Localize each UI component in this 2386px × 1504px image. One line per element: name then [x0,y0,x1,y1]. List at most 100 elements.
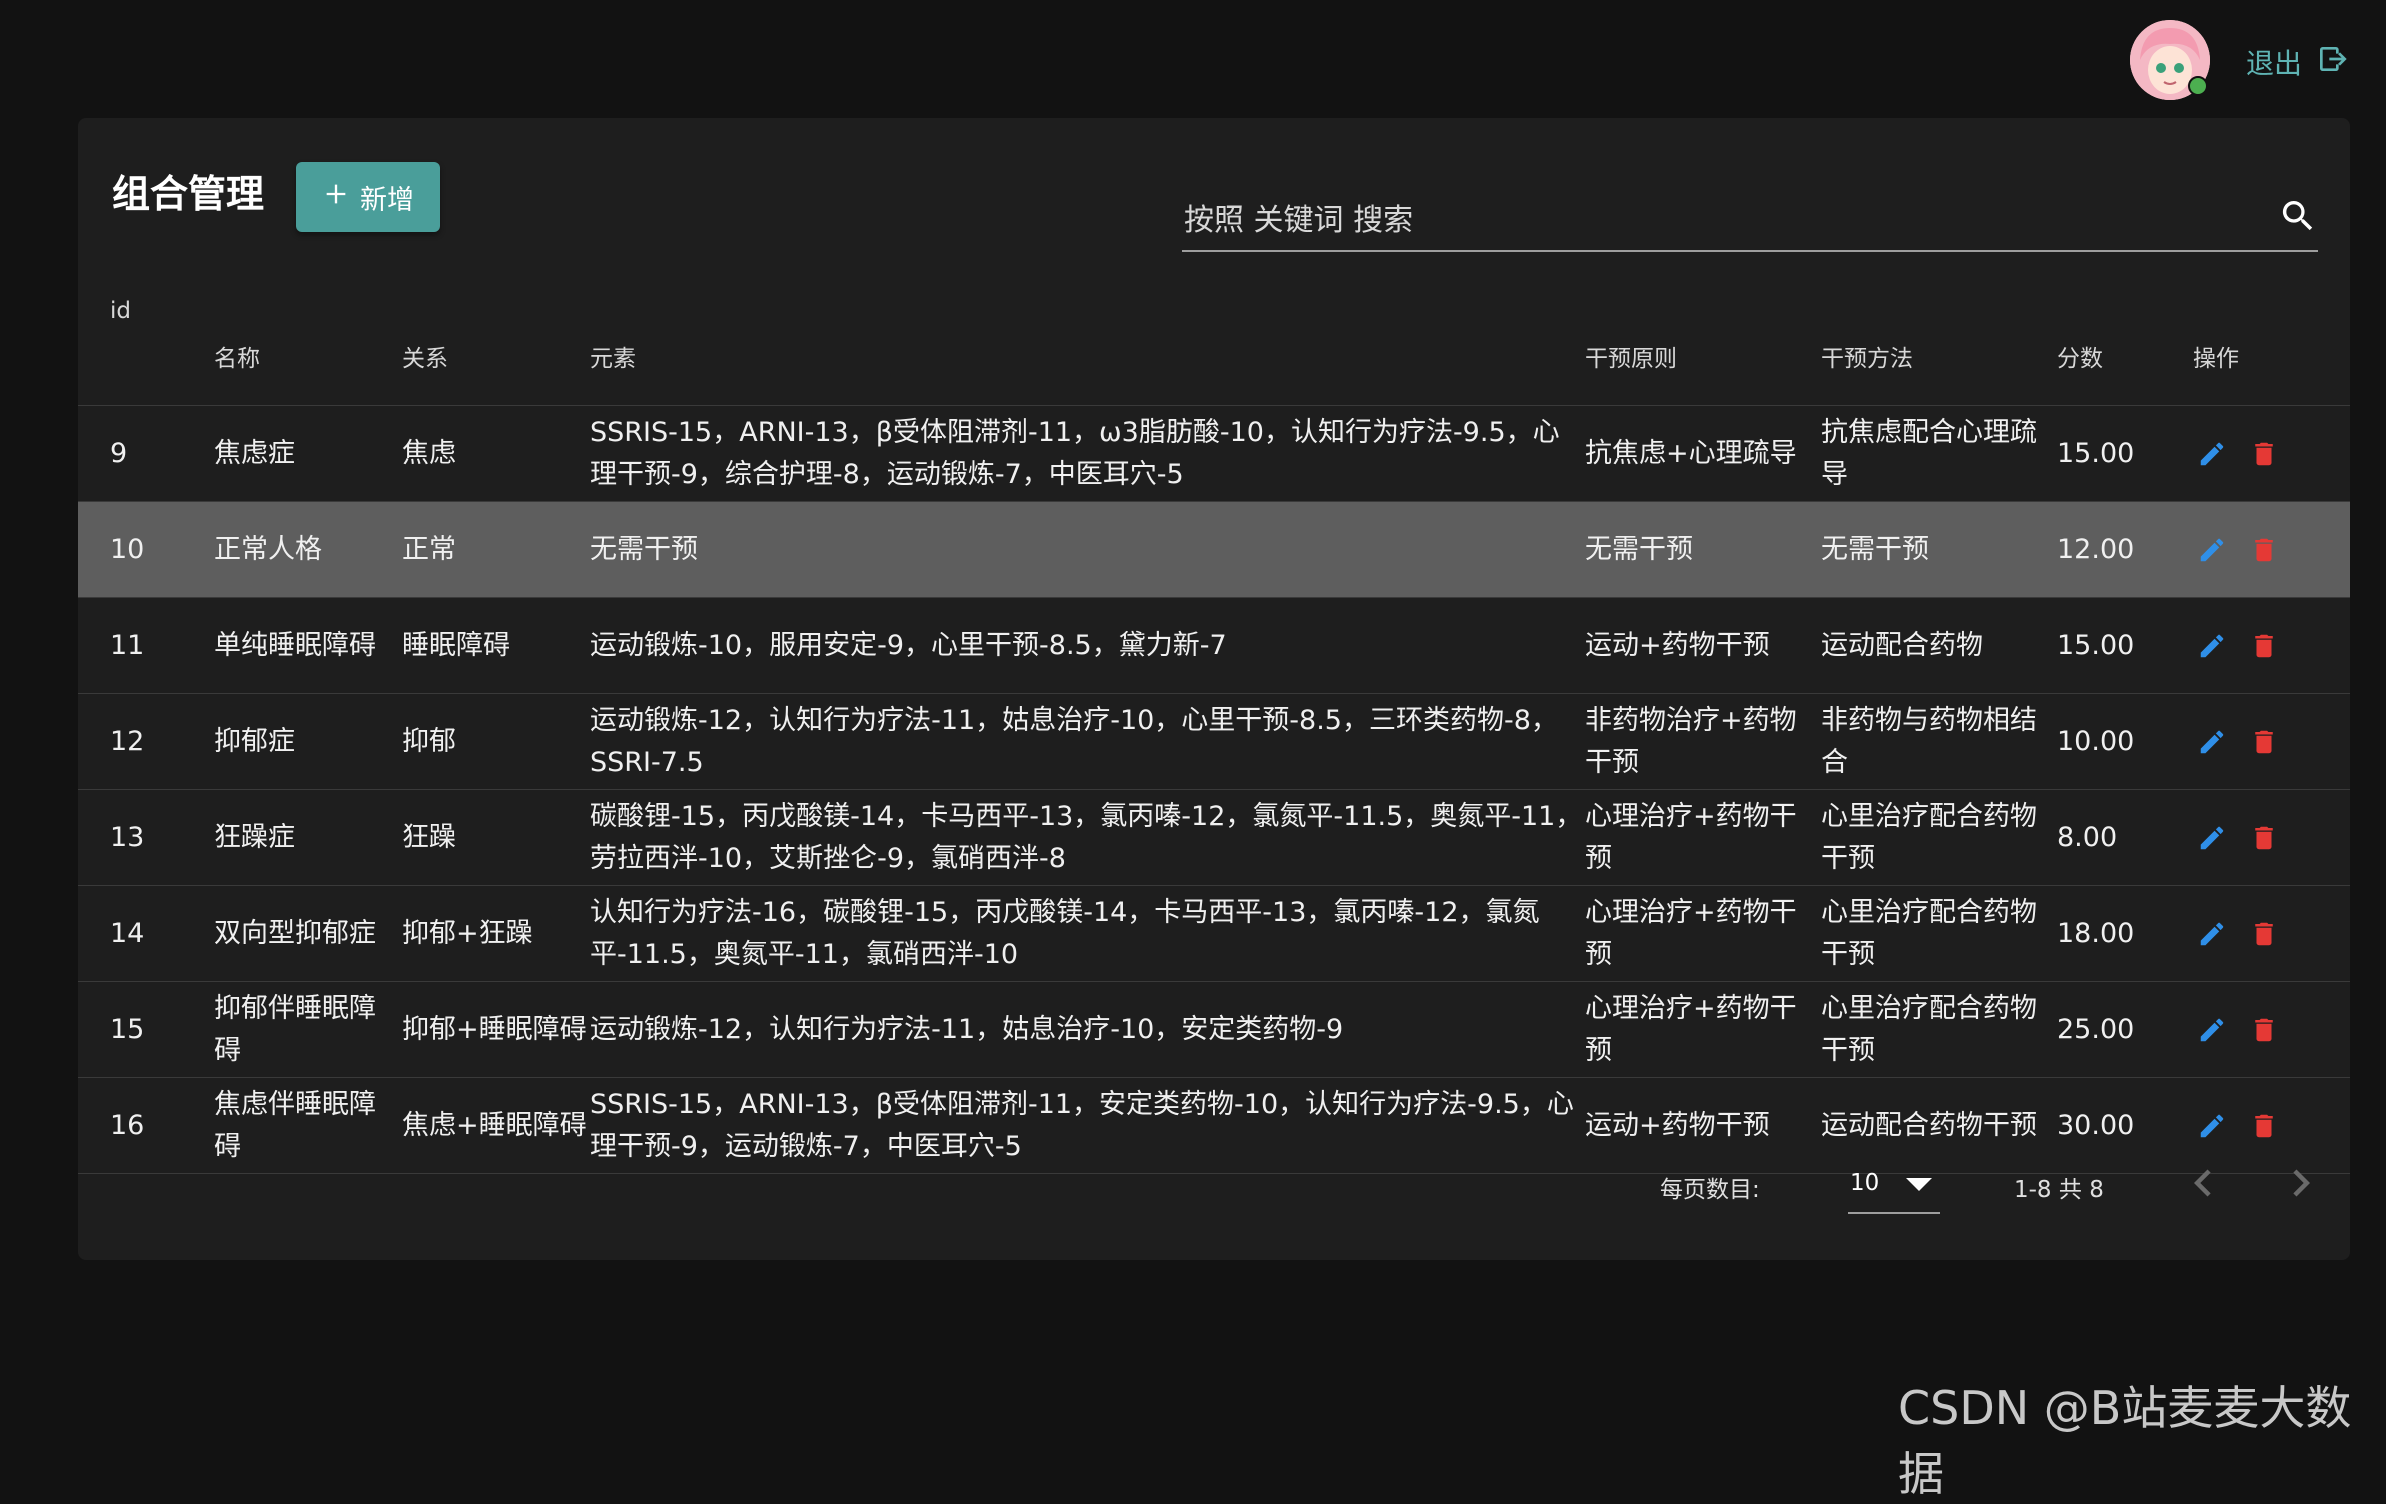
cell-id: 12 [78,693,213,790]
cell-elements: 运动锻炼-10，服用安定-9，心里干预-8.5，黛力新-7 [589,597,1584,694]
trash-icon[interactable] [2249,631,2279,661]
cell-name: 双向型抑郁症 [213,885,401,982]
column-header-id[interactable]: id [78,268,213,406]
column-header-relation[interactable]: 关系 [401,268,589,406]
pencil-icon[interactable] [2197,823,2227,853]
cell-actions [2192,885,2350,982]
cell-id: 9 [78,405,213,502]
add-button[interactable]: 新增 [296,162,440,232]
cell-id: 14 [78,885,213,982]
row-actions [2193,631,2349,661]
cell-relation: 抑郁+睡眠障碍 [401,981,589,1078]
caret-down-icon [1904,1176,1934,1198]
cell-method: 非药物与药物相结合 [1820,693,2056,790]
avatar[interactable] [2130,20,2210,100]
trash-icon[interactable] [2249,1015,2279,1045]
column-header-method[interactable]: 干预方法 [1820,268,2056,406]
cell-score: 12.00 [2056,501,2192,598]
trash-icon[interactable] [2249,823,2279,853]
cell-actions [2192,693,2350,790]
cell-actions [2192,405,2350,502]
cell-principle: 非药物治疗+药物干预 [1584,693,1820,790]
chevron-left-icon[interactable] [2176,1156,2230,1214]
table-row[interactable]: 9 焦虑症 焦虑 SSRIS-15，ARNI-13，β受体阻滞剂-11，ω3脂肪酸-1… [78,405,2350,502]
column-header-principle[interactable]: 干预原则 [1584,268,1820,406]
page-title: 组合管理 [112,172,265,216]
cell-score: 8.00 [2056,789,2192,886]
pencil-icon[interactable] [2197,919,2227,949]
row-actions [2193,439,2349,469]
row-actions [2193,1015,2349,1045]
rows-per-page-select[interactable]: 10 [1848,1156,1940,1214]
plus-icon [322,180,350,215]
cell-principle: 心理治疗+药物干预 [1584,885,1820,982]
trash-icon[interactable] [2249,919,2279,949]
cell-actions [2192,981,2350,1078]
combination-management-card: 组合管理 新增 id 名称 关系 元素 干预原则 干预方法 分数 操作 [78,118,2350,1260]
cell-actions [2192,789,2350,886]
cell-method: 无需干预 [1820,501,2056,598]
cell-score: 15.00 [2056,405,2192,502]
cell-name: 正常人格 [213,501,401,598]
table-header-row: id 名称 关系 元素 干预原则 干预方法 分数 操作 [78,268,2350,406]
cell-relation: 抑郁 [401,693,589,790]
pencil-icon[interactable] [2197,439,2227,469]
pencil-icon[interactable] [2197,727,2227,757]
chevron-right-icon[interactable] [2274,1156,2328,1214]
table-row[interactable]: 10 正常人格 正常 无需干预 无需干预 无需干预 12.00 [78,501,2350,598]
cell-score: 25.00 [2056,981,2192,1078]
column-header-elements[interactable]: 元素 [589,268,1584,406]
table-row[interactable]: 14 双向型抑郁症 抑郁+狂躁 认知行为疗法-16，碳酸锂-15，丙戊酸镁-14，卡马… [78,885,2350,982]
trash-icon[interactable] [2249,439,2279,469]
combination-table: id 名称 关系 元素 干预原则 干预方法 分数 操作 9 焦虑症 焦虑 SSRIS-… [78,268,2350,1174]
cell-elements: 运动锻炼-12，认知行为疗法-11，姑息治疗-10，安定类药物-9 [589,981,1584,1078]
logout-button[interactable]: 退出 [2246,40,2348,84]
table-row[interactable]: 12 抑郁症 抑郁 运动锻炼-12，认知行为疗法-11，姑息治疗-10，心里干预-8.… [78,693,2350,790]
cell-method: 心里治疗配合药物干预 [1820,885,2056,982]
trash-icon[interactable] [2249,727,2279,757]
cell-principle: 心理治疗+药物干预 [1584,981,1820,1078]
logout-label: 退出 [2246,47,2303,80]
rows-per-page-value: 10 [1850,1170,1880,1196]
pencil-icon[interactable] [2197,1015,2227,1045]
row-actions [2193,919,2349,949]
cell-relation: 抑郁+狂躁 [401,885,589,982]
cell-method: 抗焦虑配合心理疏导 [1820,405,2056,502]
cell-elements: 无需干预 [589,501,1584,598]
top-bar: 退出 [0,0,2386,118]
pagination-footer: 每页数目: 10 1-8 共 8 [78,1118,2350,1260]
cell-id: 13 [78,789,213,886]
column-header-score[interactable]: 分数 [2056,268,2192,406]
cell-principle: 抗焦虑+心理疏导 [1584,405,1820,502]
cell-name: 焦虑症 [213,405,401,502]
cell-name: 抑郁伴睡眠障碍 [213,981,401,1078]
cell-id: 10 [78,501,213,598]
column-header-actions: 操作 [2192,268,2350,406]
table-row[interactable]: 11 单纯睡眠障碍 睡眠障碍 运动锻炼-10，服用安定-9，心里干预-8.5，黛力新-… [78,597,2350,694]
row-actions [2193,823,2349,853]
cell-principle: 无需干预 [1584,501,1820,598]
column-header-name[interactable]: 名称 [213,268,401,406]
cell-principle: 运动+药物干预 [1584,597,1820,694]
search-icon[interactable] [2278,196,2318,240]
cell-id: 11 [78,597,213,694]
cell-method: 心里治疗配合药物干预 [1820,981,2056,1078]
online-status-dot [2188,76,2208,96]
cell-relation: 正常 [401,501,589,598]
trash-icon[interactable] [2249,535,2279,565]
search-input[interactable] [1182,196,2226,244]
table-row[interactable]: 13 狂躁症 狂躁 碳酸锂-15，丙戊酸镁-14，卡马西平-13，氯丙嗪-12，氯氮平… [78,789,2350,886]
cell-relation: 睡眠障碍 [401,597,589,694]
cell-actions [2192,501,2350,598]
cell-elements: 运动锻炼-12，认知行为疗法-11，姑息治疗-10，心里干预-8.5，三环类药物… [589,693,1584,790]
cell-elements: 碳酸锂-15，丙戊酸镁-14，卡马西平-13，氯丙嗪-12，氯氮平-11.5，奥… [589,789,1584,886]
cell-score: 10.00 [2056,693,2192,790]
cell-relation: 狂躁 [401,789,589,886]
pencil-icon[interactable] [2197,535,2227,565]
add-button-label: 新增 [360,184,414,215]
pencil-icon[interactable] [2197,631,2227,661]
cell-name: 狂躁症 [213,789,401,886]
logout-icon [2316,43,2348,82]
table-row[interactable]: 15 抑郁伴睡眠障碍 抑郁+睡眠障碍 运动锻炼-12，认知行为疗法-11，姑息治疗-1… [78,981,2350,1078]
rows-per-page-label: 每页数目: [1660,1177,1760,1203]
